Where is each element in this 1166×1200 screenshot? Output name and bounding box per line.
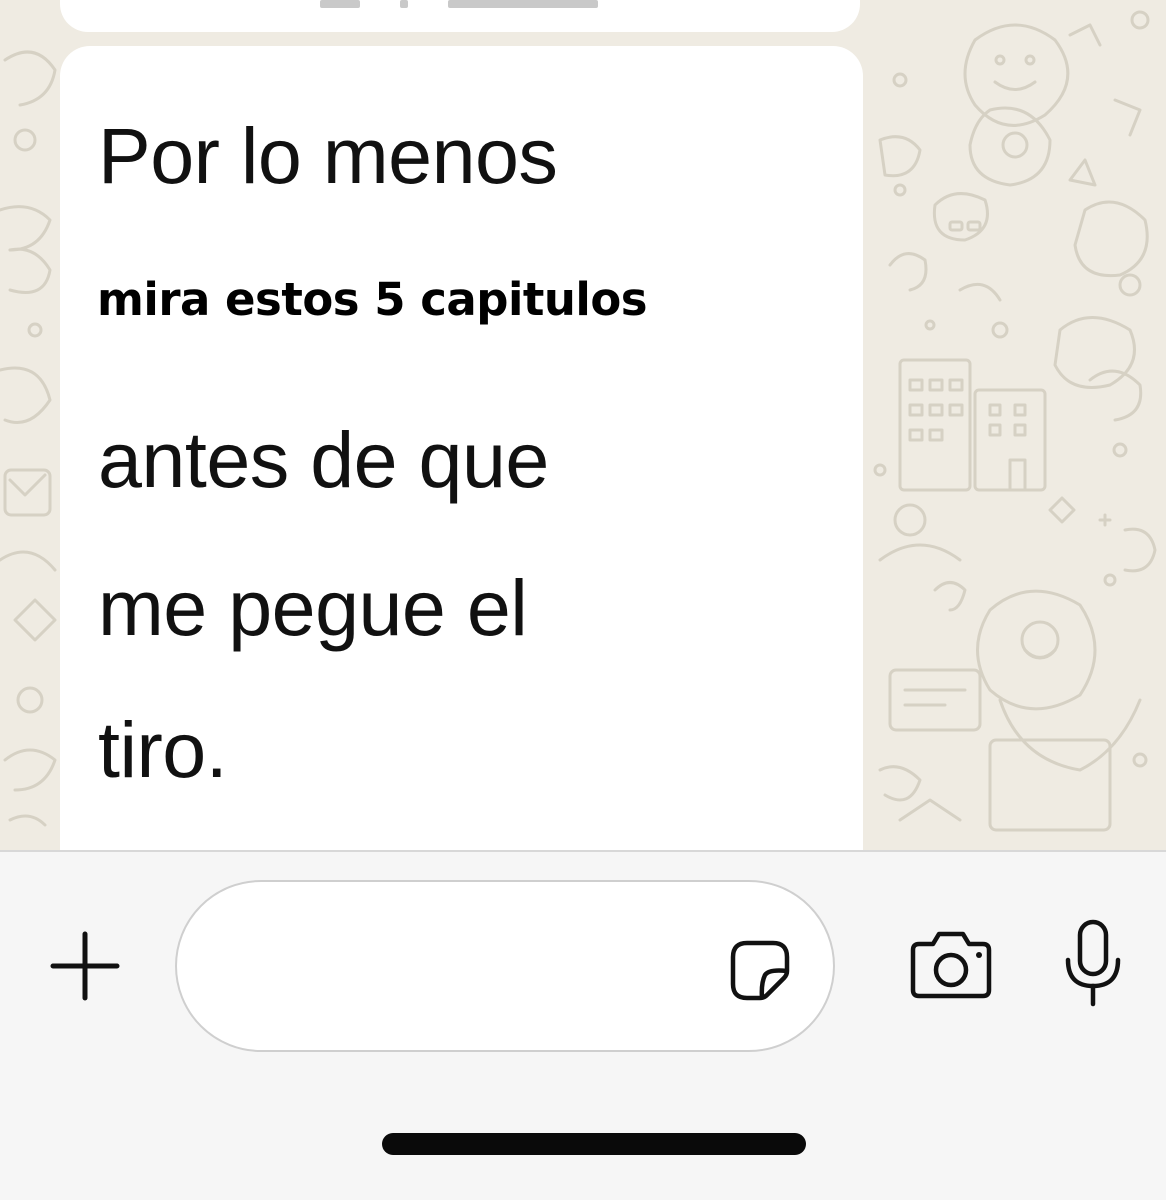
sticker-icon xyxy=(730,940,790,1001)
home-indicator[interactable] xyxy=(382,1133,806,1155)
overlay-caption: mira estos 5 capitulos xyxy=(97,273,648,326)
voice-message-button[interactable] xyxy=(1058,918,1128,1010)
previous-message-text-fragment xyxy=(320,0,740,8)
microphone-icon xyxy=(1065,919,1121,1007)
plus-icon xyxy=(50,931,120,1001)
sticker-button[interactable] xyxy=(725,935,795,1005)
camera-button[interactable] xyxy=(905,930,997,1002)
message-line-3: me pegue el xyxy=(98,563,528,652)
attach-button[interactable] xyxy=(45,928,125,1004)
previous-message-bubble[interactable] xyxy=(60,0,860,32)
camera-icon xyxy=(910,931,992,999)
message-line-2: antes de que xyxy=(98,415,549,504)
chat-screen: Por lo menos mira estos 5 capitulos ante… xyxy=(0,0,1166,1200)
message-line-1: Por lo menos xyxy=(98,111,558,200)
message-line-4: tiro. xyxy=(98,705,228,794)
message-input[interactable] xyxy=(217,932,721,1004)
